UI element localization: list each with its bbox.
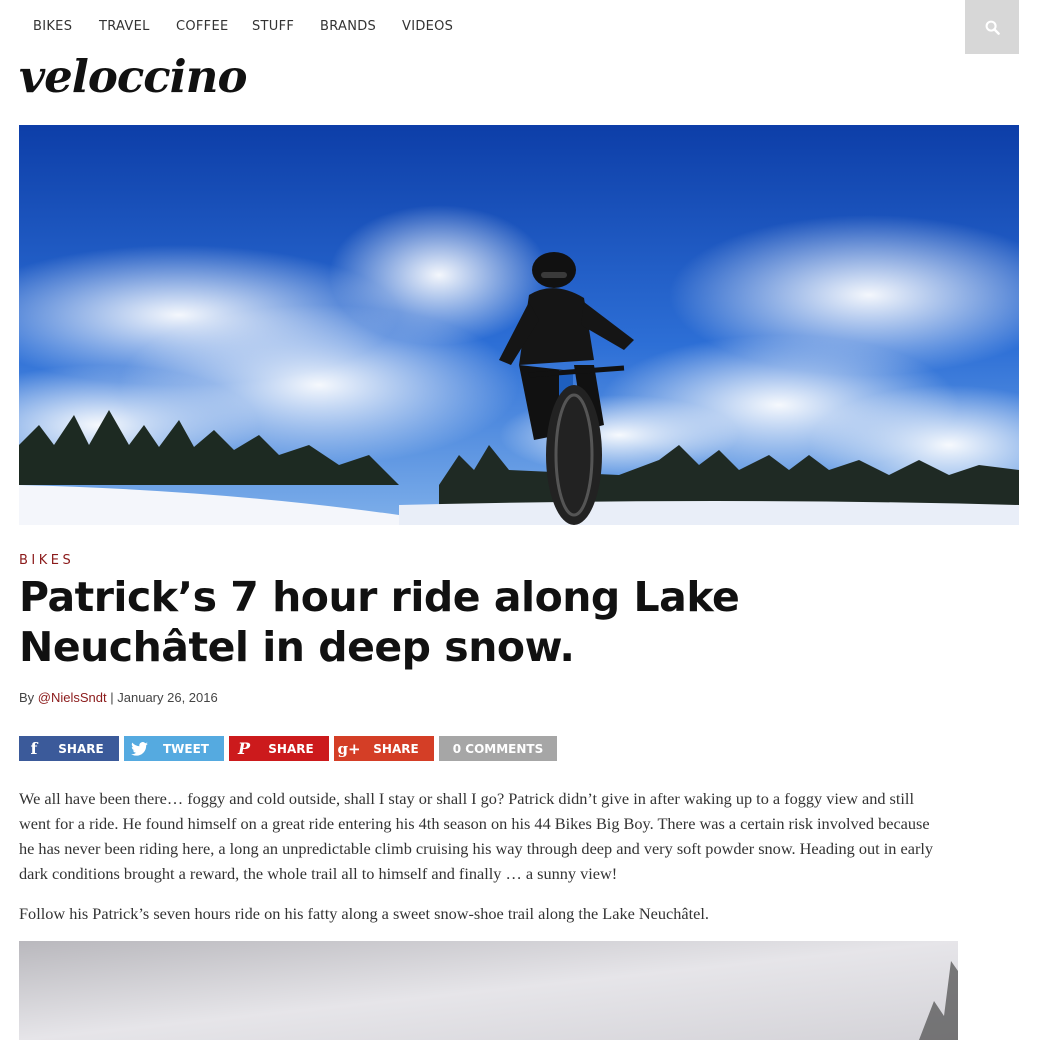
nav-item-brands[interactable]: BRANDS	[320, 19, 376, 34]
twitter-tweet-label: TWEET	[162, 741, 209, 756]
hero-image	[19, 125, 1019, 525]
byline-separator: |	[106, 690, 118, 705]
author-link[interactable]: @NielsSndt	[38, 690, 107, 705]
nav-item-stuff[interactable]: STUFF	[252, 19, 294, 34]
facebook-share-label: SHARE	[58, 741, 104, 756]
search-icon	[985, 20, 1000, 35]
byline: By @NielsSndt | January 26, 2016	[19, 690, 218, 705]
article-paragraph: Follow his Patrick’s seven hours ride on…	[19, 904, 709, 923]
byline-prefix: By	[19, 690, 38, 705]
nav-item-bikes[interactable]: BIKES	[33, 19, 72, 34]
publish-date: January 26, 2016	[117, 690, 218, 705]
nav-item-coffee[interactable]: COFFEE	[176, 19, 229, 34]
google-plus-share-button[interactable]: g+ SHARE	[334, 736, 434, 761]
site-logo[interactable]: veloccino	[19, 50, 248, 103]
twitter-icon	[124, 741, 154, 756]
nav-item-videos[interactable]: VIDEOS	[402, 19, 453, 34]
article-title: Patrick’s 7 hour ride along Lake Neuchât…	[19, 573, 740, 671]
pinterest-share-label: SHARE	[268, 741, 314, 756]
pinterest-share-button[interactable]: P SHARE	[229, 736, 329, 761]
article-paragraph: We all have been there… foggy and cold o…	[19, 789, 934, 883]
comments-count-label: 0 COMMENTS	[452, 741, 544, 756]
comments-button[interactable]: 0 COMMENTS	[439, 736, 557, 761]
twitter-tweet-button[interactable]: TWEET	[124, 736, 224, 761]
facebook-share-button[interactable]: f SHARE	[19, 736, 119, 761]
google-plus-icon: g+	[337, 739, 361, 758]
facebook-icon: f	[30, 739, 38, 758]
pinterest-icon: P	[237, 739, 251, 758]
top-navigation: BIKES TRAVEL COFFEE STUFF BRANDS VIDEOS	[0, 0, 1040, 54]
nav-item-travel[interactable]: TRAVEL	[99, 19, 150, 34]
article-category[interactable]: BIKES	[19, 553, 74, 568]
google-plus-share-label: SHARE	[373, 741, 419, 756]
search-button[interactable]	[965, 0, 1019, 54]
article-photo	[19, 941, 958, 1040]
